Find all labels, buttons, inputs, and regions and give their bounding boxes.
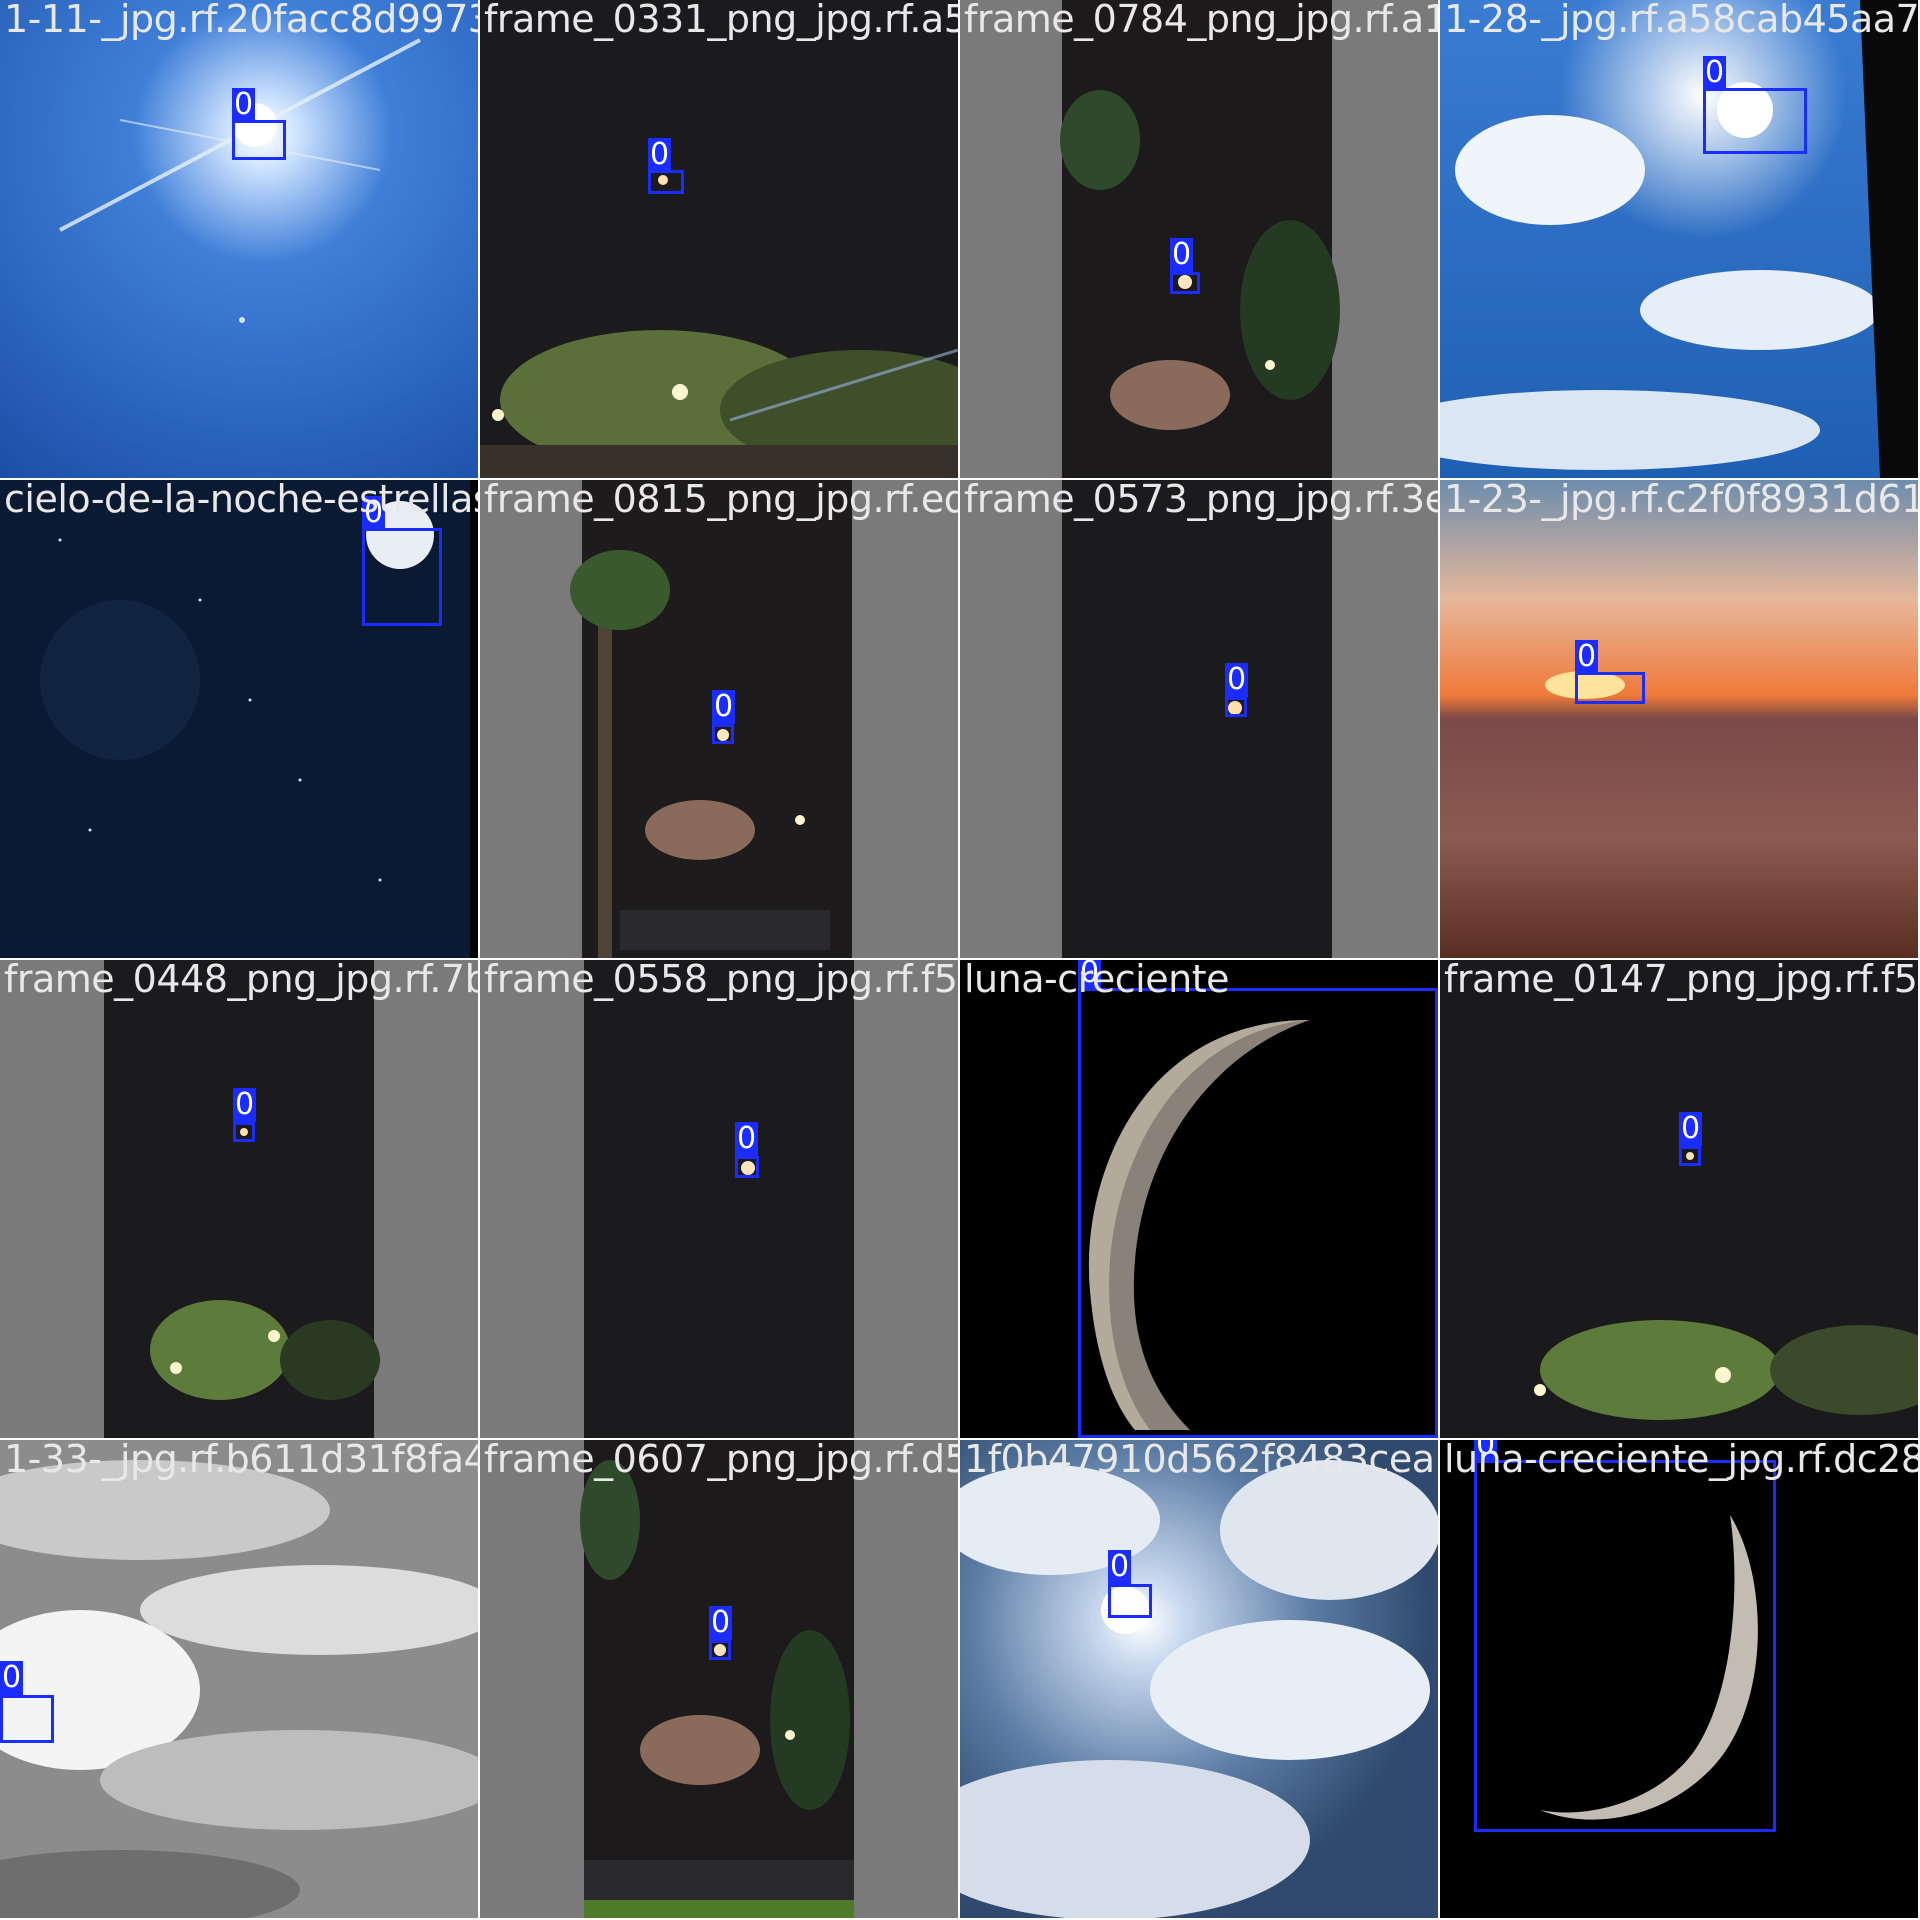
detection-box (1078, 988, 1438, 1438)
filename-label: frame_0147_png_jpg.rf.f530 (1444, 960, 1918, 1001)
detection-box (1225, 697, 1247, 717)
filename-label: cielo-de-la-noche-estrellas-de-vía-lácte… (4, 480, 478, 521)
night-park-image (480, 0, 958, 478)
class-label: 0 (648, 137, 672, 172)
detection-box (709, 1640, 731, 1660)
detection-box (712, 724, 734, 744)
filename-label: frame_0331_png_jpg.rf.a5d7fa9... (484, 0, 958, 41)
tile-9: 0 frame_0448_png_jpg.rf.7bfa... (0, 960, 478, 1438)
filename-label: 1-28-_jpg.rf.a58cab45aa742 (1444, 0, 1918, 41)
class-label: 0 (712, 689, 736, 724)
detection-box (233, 1122, 255, 1142)
detection-box (1575, 672, 1645, 704)
detection-box (232, 120, 286, 160)
night-park-letterbox-image (0, 960, 478, 1438)
sun-sky-image (0, 0, 478, 478)
sunset-sea-image (1440, 480, 1918, 958)
tile-8: 0 1-23-_jpg.rf.c2f0f8931d610f2 (1440, 480, 1918, 958)
class-label: 0 (1575, 639, 1599, 674)
tile-2: 0 frame_0331_png_jpg.rf.a5d7fa9... (480, 0, 958, 478)
detection-box (1679, 1146, 1701, 1166)
sun-through-clouds-image (960, 1440, 1438, 1918)
detection-box (362, 528, 442, 626)
grayscale-clouds-image (0, 1440, 478, 1918)
filename-label: frame_0573_png_jpg.rf.3e5b... (964, 480, 1438, 521)
mosaic-grid: 0 1-11-_jpg.rf.20facc8d99734 0 frame_033… (0, 0, 1920, 1920)
class-label: 0 (1170, 237, 1194, 272)
tile-16: 0 luna-creciente_jpg.rf.dc28e (1440, 1440, 1918, 1918)
class-label: 0 (709, 1605, 733, 1640)
tile-12: 0 frame_0147_png_jpg.rf.f530 (1440, 960, 1918, 1438)
tile-3: 0 frame_0784_png_jpg.rf.a1cd... (960, 0, 1438, 478)
filename-label: 1-33-_jpg.rf.b611d31f8fa4b3 (4, 1440, 478, 1481)
filename-label: 1-11-_jpg.rf.20facc8d99734 (4, 0, 478, 41)
tile-4: 0 1-28-_jpg.rf.a58cab45aa742 (1440, 0, 1918, 478)
detection-box (1108, 1584, 1152, 1618)
filename-label: 1f0b47910d562f8483cea (964, 1440, 1435, 1481)
filename-label: luna-creciente (964, 960, 1229, 1001)
class-label: 0 (0, 1660, 24, 1695)
filename-label: 1-23-_jpg.rf.c2f0f8931d610f2 (1444, 480, 1918, 521)
filename-label: frame_0815_png_jpg.rf.edba... (484, 480, 958, 521)
class-label: 0 (1679, 1111, 1703, 1146)
night-dark-image (960, 480, 1438, 958)
class-label: 0 (1225, 662, 1249, 697)
filename-label: frame_0784_png_jpg.rf.a1cd... (964, 0, 1438, 41)
class-label: 0 (1703, 55, 1727, 90)
tile-15: 0 1f0b47910d562f8483cea (960, 1440, 1438, 1918)
sun-clouds-image (1440, 0, 1918, 478)
detection-box (735, 1156, 759, 1178)
tile-11: 0 luna-creciente (960, 960, 1438, 1438)
class-label: 0 (1108, 1549, 1132, 1584)
tile-5: 0 cielo-de-la-noche-estrellas-de-vía-lác… (0, 480, 478, 958)
filename-label: luna-creciente_jpg.rf.dc28e (1444, 1440, 1918, 1481)
class-label: 0 (735, 1121, 759, 1156)
class-label: 0 (233, 1087, 257, 1122)
night-cars-image (480, 1440, 958, 1918)
detection-box (1703, 88, 1807, 154)
night-dark-letterbox-image (480, 960, 958, 1438)
tile-14: 0 frame_0607_png_jpg.rf.d5e1... (480, 1440, 958, 1918)
night-letterbox-image (960, 0, 1438, 478)
night-park-wide-image (1440, 960, 1918, 1438)
tile-10: 0 frame_0558_png_jpg.rf.f554... (480, 960, 958, 1438)
detection-box (1474, 1460, 1776, 1832)
tile-13: 0 1-33-_jpg.rf.b611d31f8fa4b3 (0, 1440, 478, 1918)
detection-box (648, 170, 684, 194)
filename-label: frame_0558_png_jpg.rf.f554... (484, 960, 958, 1001)
tile-6: 0 frame_0815_png_jpg.rf.edba... (480, 480, 958, 958)
tile-1: 0 1-11-_jpg.rf.20facc8d99734 (0, 0, 478, 478)
filename-label: frame_0448_png_jpg.rf.7bfa... (4, 960, 478, 1001)
class-label: 0 (232, 87, 256, 122)
detection-box (1170, 272, 1200, 294)
filename-label: frame_0607_png_jpg.rf.d5e1... (484, 1440, 958, 1481)
detection-box (0, 1695, 54, 1743)
tile-7: 0 frame_0573_png_jpg.rf.3e5b... (960, 480, 1438, 958)
